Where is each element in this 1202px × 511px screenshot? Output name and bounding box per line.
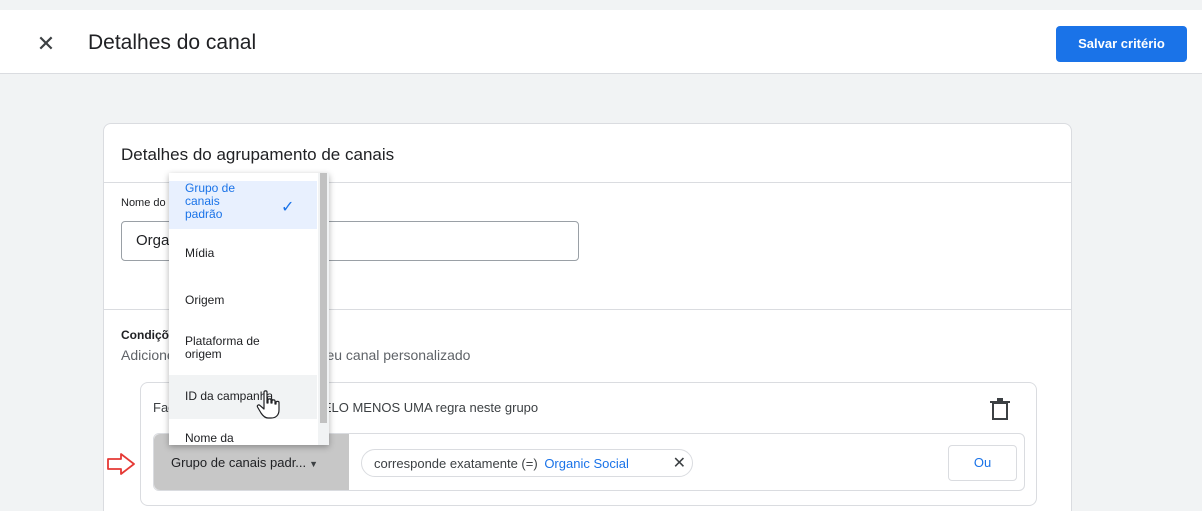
condition-chip[interactable]: corresponde exatamente (=) Organic Socia…	[361, 449, 693, 477]
dropdown-item-campaign-id[interactable]: ID da campanha	[169, 375, 317, 419]
trash-icon[interactable]	[989, 397, 1011, 421]
page-title: Detalhes do canal	[88, 31, 257, 54]
hand-cursor-icon	[256, 390, 280, 419]
dropdown-scrollbar[interactable]	[318, 173, 329, 445]
dropdown-item-default-channel-group[interactable]: Grupo de canais padrão ✓	[169, 181, 317, 229]
red-arrow-icon	[107, 453, 135, 475]
check-icon: ✓	[281, 199, 295, 216]
save-criteria-button[interactable]: Salvar critério	[1056, 26, 1187, 62]
condition-operator: corresponde exatamente (=)	[374, 456, 538, 471]
remove-condition-icon[interactable]: ✕	[673, 453, 686, 473]
dropdown-item-label: Nome da campanha	[185, 431, 241, 446]
dropdown-item-source[interactable]: Origem	[169, 287, 317, 315]
dropdown-item-campaign-name[interactable]: Nome da campanha	[169, 427, 317, 446]
dropdown-item-label: Grupo de canais padrão	[185, 181, 236, 221]
top-bar: ✕ Detalhes do canal Salvar critério	[0, 10, 1202, 74]
card-title: Detalhes do agrupamento de canais	[121, 145, 395, 164]
dropdown-item-label: Plataforma de origem	[185, 334, 260, 361]
scrollbar-thumb[interactable]	[320, 173, 327, 423]
dimension-dropdown-menu: Grupo de canais padrão ✓ Mídia Origem Pl…	[169, 173, 329, 445]
close-icon[interactable]: ✕	[30, 30, 62, 62]
caret-down-icon: ▼	[309, 459, 319, 469]
dropdown-item-media[interactable]: Mídia	[169, 239, 317, 267]
condition-value: Organic Social	[544, 456, 629, 471]
dimension-select-value: Grupo de canais padr...	[171, 455, 307, 470]
or-button[interactable]: Ou	[948, 445, 1017, 481]
dropdown-item-source-platform[interactable]: Plataforma de origem	[169, 329, 317, 369]
